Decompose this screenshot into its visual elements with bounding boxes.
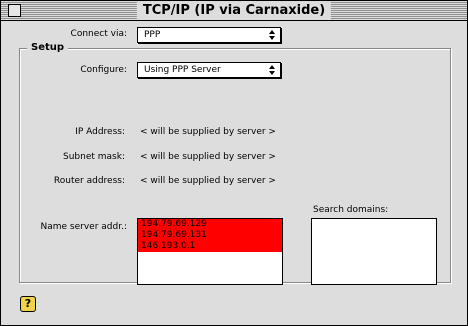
subnet-mask-value: < will be supplied by server > xyxy=(140,152,276,162)
name-server-list[interactable]: 194.79.69.129 194.79.69.131 146.193.0.1 xyxy=(137,218,283,285)
name-server-item[interactable]: 146.193.0.1 xyxy=(138,241,282,252)
search-domains-label: Search domains: xyxy=(313,205,389,215)
name-server-item[interactable]: 194.79.69.131 xyxy=(138,230,282,241)
connect-via-value: PPP xyxy=(144,30,161,40)
connect-via-label: Connect via: xyxy=(70,29,127,39)
configure-value: Using PPP Server xyxy=(144,65,221,75)
name-server-item[interactable]: 194.79.69.129 xyxy=(138,219,282,230)
popup-arrows-icon xyxy=(269,30,275,40)
subnet-mask-label: Subnet mask: xyxy=(63,152,125,162)
window-title: TCP/IP (IP via Carnaxide) xyxy=(136,2,332,19)
router-address-value: < will be supplied by server > xyxy=(140,176,276,186)
search-domains-list[interactable] xyxy=(311,218,437,285)
name-server-label: Name server addr.: xyxy=(40,222,127,232)
configure-label: Configure: xyxy=(80,65,127,75)
popup-arrows-icon xyxy=(269,65,275,75)
ip-address-label: IP Address: xyxy=(75,127,125,137)
ip-address-value: < will be supplied by server > xyxy=(140,127,276,137)
configure-popup[interactable]: Using PPP Server xyxy=(137,62,281,78)
close-box[interactable] xyxy=(8,4,21,17)
router-address-label: Router address: xyxy=(53,176,125,186)
help-icon[interactable]: ? xyxy=(20,296,36,312)
tcpip-window: TCP/IP (IP via Carnaxide) Connect via: P… xyxy=(0,0,468,326)
setup-group-title: Setup xyxy=(27,42,69,53)
connect-via-popup[interactable]: PPP xyxy=(137,27,281,43)
title-bar[interactable]: TCP/IP (IP via Carnaxide) xyxy=(1,1,467,21)
